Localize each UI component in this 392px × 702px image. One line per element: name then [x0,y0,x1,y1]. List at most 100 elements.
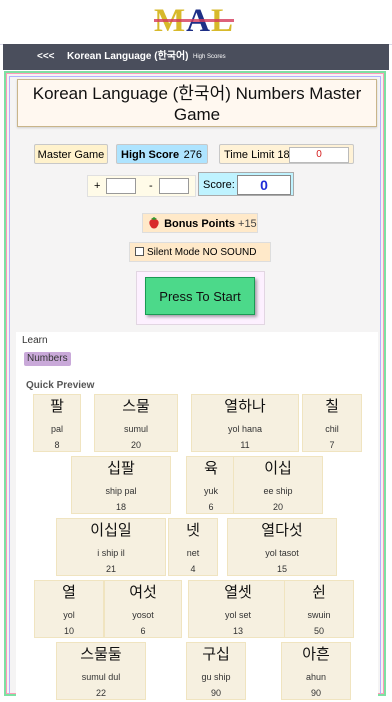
preview-card[interactable]: 이십 ee ship 20 [233,456,323,514]
game-panel: Korean Language (한국어) Numbers Master Gam… [9,76,381,702]
preview-card[interactable]: 열 yol 10 [34,580,104,638]
preview-card[interactable]: 열셋 yol set 13 [188,580,288,638]
card-number: 7 [329,440,335,450]
number-inputs: + - [87,175,196,197]
card-romanization: ship pal [105,486,137,496]
card-korean: 이십 [264,460,292,477]
second-number-input[interactable] [159,178,189,194]
high-score-display: High Score 276 [116,144,208,164]
mal-logo[interactable]: MAL [154,4,235,38]
card-korean: 열하나 [224,398,266,415]
card-number: 18 [115,502,126,512]
preview-card[interactable]: 열하나 yol hana 11 [191,394,299,452]
card-korean: 열다섯 [261,522,303,539]
card-romanization: yol set [224,610,251,620]
card-number: 21 [105,564,116,574]
back-link[interactable]: <<< [37,44,55,70]
card-korean: 넷 [186,522,200,539]
preview-card[interactable]: 팔 pal 8 [33,394,81,452]
card-romanization: sumul dul [81,672,121,682]
card-number: 13 [232,626,243,636]
card-romanization: i ship il [97,548,125,558]
card-number: 11 [240,440,250,450]
nav-bar: <<< Korean Language (한국어) High Scores [3,44,389,70]
card-romanization: net [186,548,200,558]
learn-label: Learn [22,335,48,346]
card-number: 20 [130,440,141,450]
card-korean: 스물둘 [80,646,122,663]
card-number: 90 [310,688,321,698]
bonus-label: Bonus Points [164,218,235,230]
silent-mode-toggle[interactable]: Silent Mode NO SOUND [129,242,271,262]
preview-card[interactable]: 스물 sumul 20 [94,394,178,452]
card-korean: 쉰 [312,584,326,601]
first-number-input[interactable] [106,178,136,194]
card-korean: 구십 [202,646,230,663]
card-number: 4 [190,564,196,574]
card-korean: 여섯 [129,584,157,601]
plus-label: + [94,180,101,192]
card-romanization: yosot [132,610,154,620]
bonus-value: +15 [238,218,257,230]
card-number: 10 [63,626,74,636]
card-romanization: chil [325,424,339,434]
card-romanization: yol tasot [265,548,299,558]
preview-card[interactable]: 넷 net 4 [168,518,218,576]
card-korean: 육 [204,460,218,477]
card-romanization: yol hana [227,424,263,434]
card-romanization: swuin [307,610,331,620]
silent-mode-label: Silent Mode NO SOUND [147,247,257,258]
card-korean: 팔 [50,398,64,415]
preview-card[interactable]: 육 yuk 6 [186,456,236,514]
card-number: 22 [95,688,106,698]
time-value: 0 [289,147,349,163]
card-korean: 스물 [122,398,150,415]
preview-card[interactable]: 열다섯 yol tasot 15 [227,518,337,576]
time-limit-display: Time Limit 1800 0 [219,144,354,164]
card-romanization: yol [63,610,75,620]
preview-card[interactable]: 스물둘 sumul dul 22 [56,642,146,700]
high-score-label: High Score [121,149,180,161]
card-korean: 아흔 [302,646,330,663]
card-romanization: gu ship [201,672,231,682]
card-romanization: ahun [305,672,327,682]
card-korean: 칠 [325,398,339,415]
nav-title-link[interactable]: Korean Language (한국어) [67,44,189,70]
card-romanization: ee ship [263,486,293,496]
high-scores-link[interactable]: High Scores [193,44,226,70]
card-korean: 이십일 [90,522,132,539]
game-frame: Korean Language (한국어) Numbers Master Gam… [4,71,386,702]
card-number: 8 [54,440,60,450]
preview-card[interactable]: 구십 gu ship 90 [186,642,246,700]
master-game-button[interactable]: Master Game [34,144,108,164]
card-romanization: yuk [203,486,218,496]
bonus-points: Bonus Points +15 [142,213,258,233]
score-value: 0 [237,175,291,195]
app-header: MAL [0,0,392,45]
card-korean: 열 [62,584,76,601]
preview-card[interactable]: 칠 chil 7 [302,394,362,452]
card-romanization: sumul [123,424,148,434]
card-number: 50 [313,626,324,636]
high-score-value: 276 [183,149,202,161]
card-number: 6 [208,502,214,512]
numbers-tag[interactable]: Numbers [24,352,71,366]
card-korean: 열셋 [224,584,252,601]
silent-mode-checkbox[interactable] [135,246,144,256]
page-title: Korean Language (한국어) Numbers Master Gam… [17,79,377,127]
start-button[interactable]: Press To Start [145,277,255,315]
score-label: Score: [203,179,235,191]
card-number: 6 [140,626,146,636]
minus-label: - [149,180,153,192]
card-number: 15 [276,564,287,574]
preview-card[interactable]: 쉰 swuin 50 [284,580,354,638]
preview-card[interactable]: 십팔 ship pal 18 [71,456,171,514]
learn-section: Learn Numbers Quick Preview 팔 pal 8 스물 sumul… [16,332,378,702]
preview-card[interactable]: 아흔 ahun 90 [281,642,351,700]
quick-preview-label: Quick Preview [26,380,95,391]
card-number: 90 [210,688,221,698]
strawberry-icon [149,217,159,229]
preview-card[interactable]: 이십일 i ship il 21 [56,518,166,576]
card-number: 20 [272,502,283,512]
preview-card[interactable]: 여섯 yosot 6 [104,580,182,638]
